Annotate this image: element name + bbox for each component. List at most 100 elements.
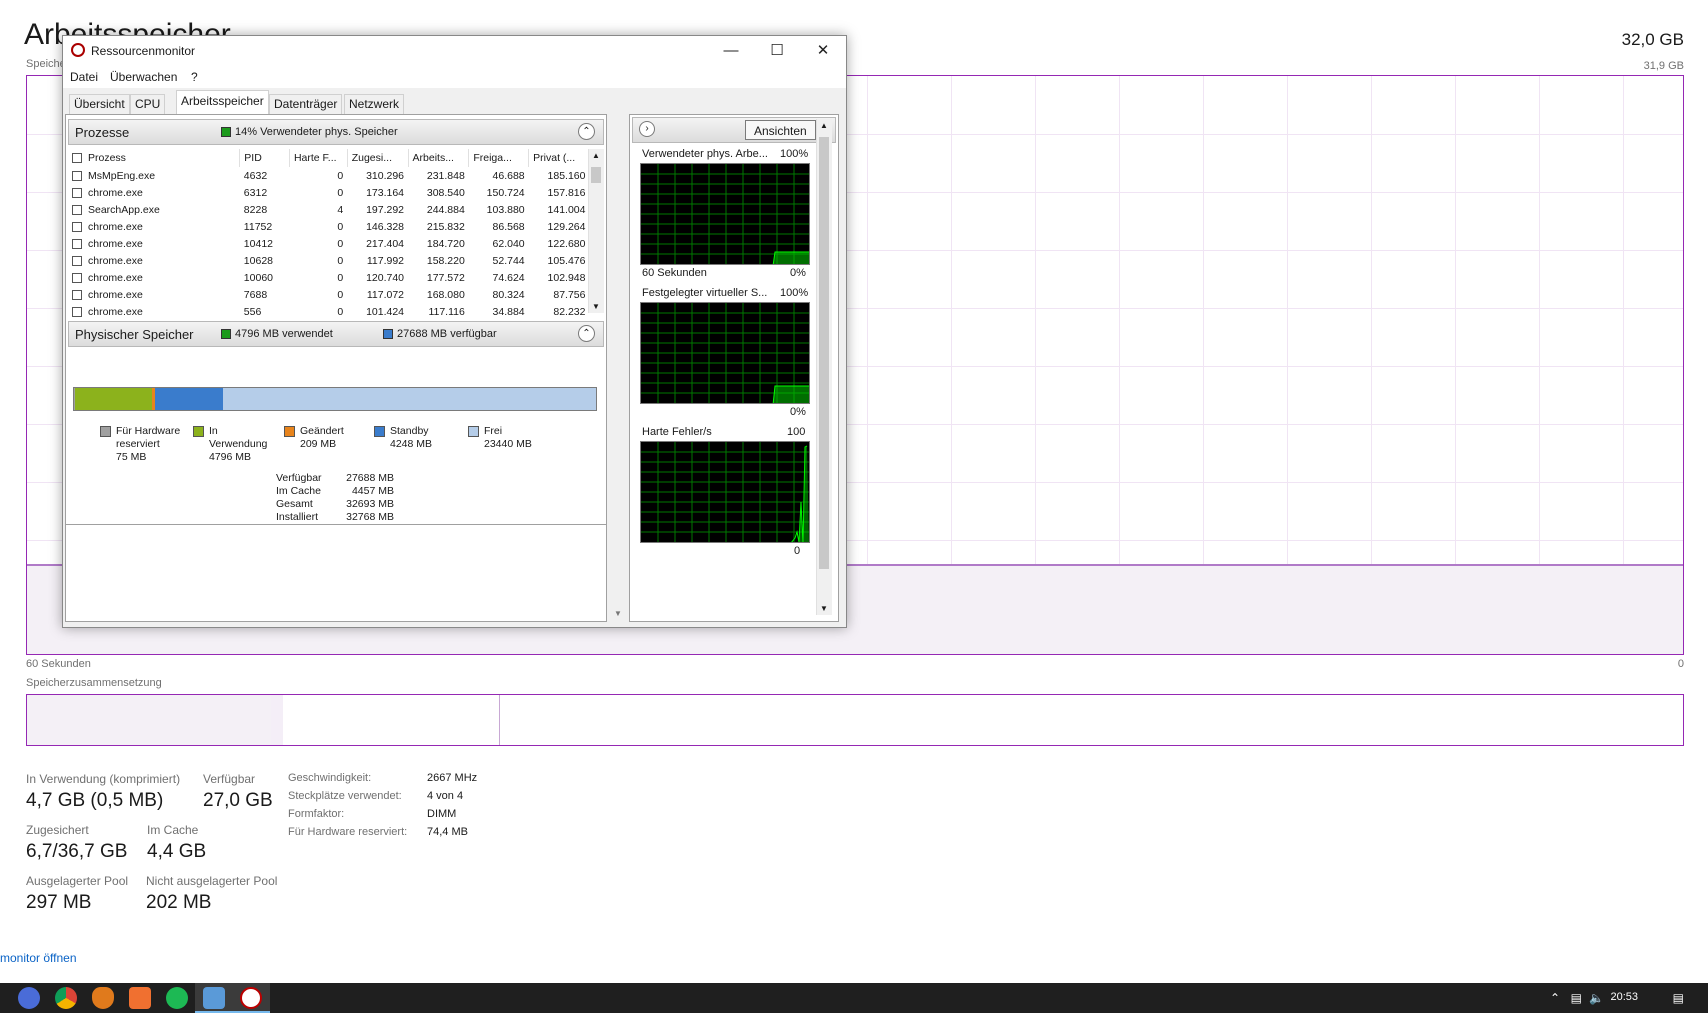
table-row[interactable]: chrome.exe 7688 0 117.072 168.080 80.324 87.75… <box>68 286 590 303</box>
process-checkbox[interactable] <box>72 255 82 266</box>
processes-header[interactable]: Prozesse 14% Verwendeter phys. Speicher … <box>68 119 604 145</box>
process-value-cell: 141.004 <box>547 203 586 216</box>
tray-chevron-up-icon[interactable]: ⌃ <box>1550 991 1560 1005</box>
process-checkbox[interactable] <box>72 170 82 181</box>
notifications-icon[interactable]: ▤ <box>1673 991 1684 1005</box>
process-checkbox[interactable] <box>72 238 82 249</box>
spotify-taskbar-icon[interactable] <box>166 987 188 1009</box>
column-header-pid[interactable]: PID <box>239 149 290 167</box>
process-name-cell: chrome.exe <box>68 218 240 235</box>
detail-label-form-factor: Formfaktor: <box>288 808 345 820</box>
process-checkbox[interactable] <box>72 187 82 198</box>
process-value-cell: 0 <box>337 254 344 267</box>
taskmanager-taskbar-slot[interactable] <box>195 983 233 1013</box>
process-name-cell: chrome.exe <box>68 235 240 252</box>
taskbar-clock[interactable]: 20:53 <box>1610 991 1638 1003</box>
menu-help[interactable]: ? <box>191 70 198 84</box>
process-value-cell: 8228 <box>243 203 268 216</box>
tab-arbeitsspeicher[interactable]: Arbeitsspeicher <box>176 90 269 114</box>
tab-datentraeger[interactable]: Datenträger <box>269 94 343 114</box>
scroll-thumb[interactable] <box>819 137 829 569</box>
physical-memory-title: Physischer Speicher <box>75 327 194 342</box>
app-launcher-icon[interactable] <box>18 987 40 1009</box>
graphs-scrollbar[interactable]: ▲ ▼ <box>816 119 832 615</box>
resmon-taskbar-slot[interactable] <box>232 983 270 1013</box>
title-bar[interactable]: Ressourcenmonitor — ☐ ✕ <box>63 36 846 66</box>
process-name-cell: chrome.exe <box>68 303 240 320</box>
open-resource-monitor-link[interactable]: monitor öffnen <box>0 951 77 965</box>
pane-splitter[interactable]: ▼ <box>609 114 627 622</box>
graph2-bottom-right: 0% <box>790 406 806 418</box>
table-row[interactable]: chrome.exe 556 0 101.424 117.116 34.884 82.232 <box>68 303 590 320</box>
tab-bar: Übersicht CPU Arbeitsspeicher Datenträge… <box>63 88 846 114</box>
table-row[interactable]: chrome.exe 6312 0 173.164 308.540 150.724 157.… <box>68 184 590 201</box>
table-row[interactable]: chrome.exe 11752 0 146.328 215.832 86.568 129.… <box>68 218 590 235</box>
graph-hard-faults <box>640 441 810 543</box>
process-value-cell: 11752 <box>243 220 273 233</box>
scroll-up-icon[interactable]: ▲ <box>820 121 828 130</box>
network-icon[interactable]: ▤ <box>1571 991 1582 1005</box>
matlab-taskbar-icon[interactable] <box>129 987 151 1009</box>
table-row[interactable]: chrome.exe 10060 0 120.740 177.572 74.624 102.… <box>68 269 590 286</box>
graph2-title: Festgelegter virtueller S... <box>642 287 768 299</box>
process-value-cell: 117.116 <box>428 305 465 318</box>
table-row[interactable]: SearchApp.exe 8228 4 197.292 244.884 103.880 1… <box>68 201 590 218</box>
detail-value-form-factor: DIMM <box>427 808 457 820</box>
minimize-button[interactable]: — <box>708 36 754 66</box>
detail-label-speed: Geschwindigkeit: <box>288 772 372 784</box>
process-checkbox[interactable] <box>72 289 82 300</box>
collapse-physical-memory-button[interactable]: ⌃ <box>578 325 595 342</box>
column-header-shareable[interactable]: Freiga... <box>468 149 530 167</box>
column-header-prozess[interactable]: Prozess <box>68 149 241 167</box>
processes-scrollbar[interactable]: ▲ ▼ <box>588 149 604 313</box>
stat-label-paged-pool: Ausgelagerter Pool <box>26 874 129 888</box>
stat-value-nonpaged-pool: 202 MB <box>146 892 212 913</box>
expand-graphs-button[interactable]: › <box>639 121 655 137</box>
browser-taskbar-icon[interactable] <box>92 987 114 1009</box>
column-header-working-set[interactable]: Arbeits... <box>408 149 470 167</box>
close-button[interactable]: ✕ <box>800 36 846 66</box>
column-header-hard-faults[interactable]: Harte F... <box>289 149 348 167</box>
physical-available-summary: 27688 MB verfügbar <box>383 328 497 340</box>
scroll-thumb[interactable] <box>591 167 601 183</box>
volume-icon[interactable]: 🔈 <box>1589 991 1604 1005</box>
scroll-down-icon[interactable]: ▼ <box>614 609 622 618</box>
process-checkbox[interactable] <box>72 221 82 232</box>
process-value-cell: 217.404 <box>366 237 405 250</box>
physical-memory-header[interactable]: Physischer Speicher 4796 MB verwendet 27… <box>68 321 604 347</box>
menu-ueberwachen[interactable]: Überwachen <box>110 70 177 84</box>
tab-uebersicht[interactable]: Übersicht <box>69 94 130 114</box>
scroll-down-icon[interactable]: ▼ <box>592 302 600 311</box>
window-title: Ressourcenmonitor <box>91 44 196 58</box>
select-all-checkbox[interactable] <box>72 153 82 164</box>
graph3-bottom-right: 0 <box>794 545 801 557</box>
stat-label-cached: Im Cache <box>147 823 199 837</box>
table-row[interactable]: chrome.exe 10412 0 217.404 184.720 62.040 122.… <box>68 235 590 252</box>
process-checkbox[interactable] <box>72 272 82 283</box>
process-checkbox[interactable] <box>72 204 82 215</box>
graph1-bottom-left: 60 Sekunden <box>642 267 707 279</box>
process-value-cell: 52.744 <box>492 254 525 267</box>
scroll-down-icon[interactable]: ▼ <box>820 604 828 613</box>
column-header-commit[interactable]: Zugesi... <box>347 149 409 167</box>
table-row[interactable]: MsMpEng.exe 4632 0 310.296 231.848 46.688 185.… <box>68 167 590 184</box>
collapse-processes-button[interactable]: ⌃ <box>578 123 595 140</box>
tab-cpu[interactable]: CPU <box>130 94 166 114</box>
bar-segment-in-use <box>75 388 152 410</box>
column-header-private[interactable]: Privat (... <box>528 149 590 167</box>
scroll-up-icon[interactable]: ▲ <box>592 151 600 160</box>
memory-composition-bar[interactable] <box>26 694 1684 746</box>
table-row[interactable]: chrome.exe 10628 0 117.992 158.220 52.744 105.… <box>68 252 590 269</box>
graph1-title: Verwendeter phys. Arbe... <box>642 148 768 160</box>
menu-datei[interactable]: Datei <box>70 70 98 84</box>
process-value-cell: 177.572 <box>426 271 465 284</box>
process-name-cell: chrome.exe <box>68 252 240 269</box>
physical-memory-bar <box>73 387 597 411</box>
tab-netzwerk[interactable]: Netzwerk <box>344 94 405 114</box>
chrome-taskbar-icon[interactable] <box>55 987 77 1009</box>
process-value-cell: 215.832 <box>426 220 465 233</box>
process-checkbox[interactable] <box>72 306 82 317</box>
maximize-button[interactable]: ☐ <box>754 36 800 66</box>
minimize-icon: — <box>723 42 739 59</box>
process-value-cell: 10628 <box>243 254 273 267</box>
